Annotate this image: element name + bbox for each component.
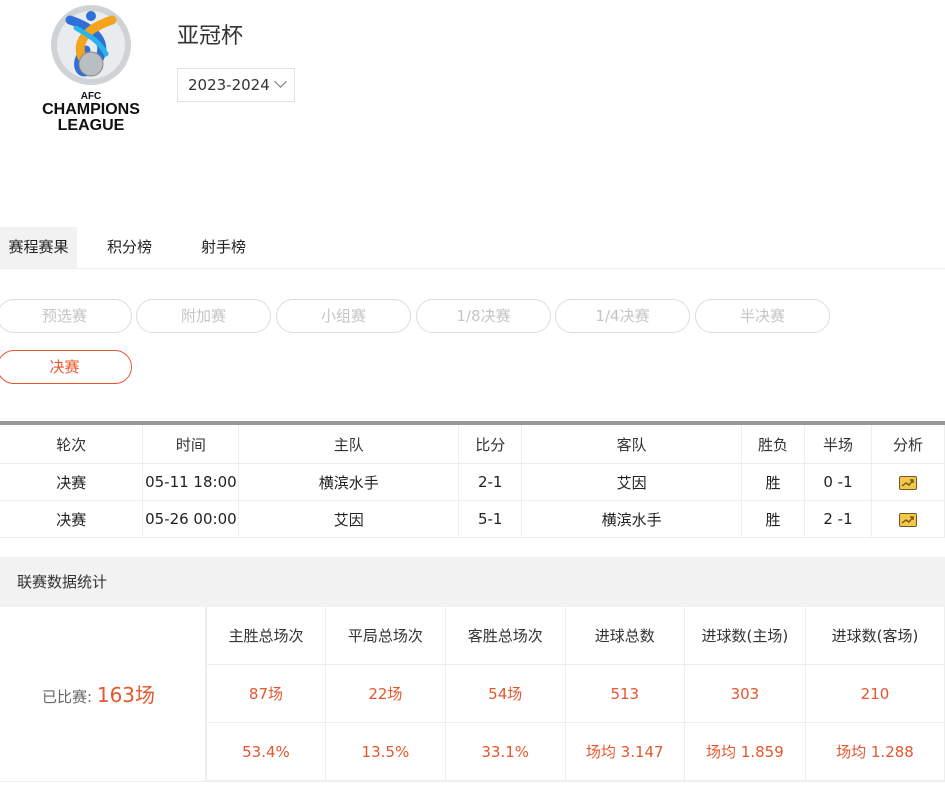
- stats-count-row: 87场 22场 54场 513 303 210: [206, 664, 945, 723]
- logo-line-3: LEAGUE: [58, 117, 125, 134]
- result-cell: 胜: [741, 500, 806, 538]
- fixtures-header-row: 轮次 时间 主队 比分 客队 胜负 半场 分析: [0, 423, 945, 464]
- stage-round16-button[interactable]: 1/8决赛: [416, 299, 551, 333]
- away-team-link[interactable]: 艾因: [521, 463, 743, 501]
- stat-home-goals: 303: [683, 664, 806, 723]
- home-team-link[interactable]: 横滨水手: [238, 463, 460, 501]
- chart-trend-icon[interactable]: [898, 512, 917, 527]
- round-cell: 决赛: [0, 500, 144, 538]
- league-title: 亚冠杯: [177, 24, 244, 49]
- col-header-round: 轮次: [0, 423, 144, 464]
- stats-section-title: 联赛数据统计: [0, 557, 945, 607]
- col-header-result: 胜负: [741, 423, 806, 464]
- logo-line-2: CHAMPIONS: [42, 101, 140, 118]
- col-header-analysis: 分析: [870, 423, 945, 464]
- home-team-link[interactable]: 艾因: [238, 500, 460, 538]
- score-cell: 5-1: [458, 500, 523, 538]
- stat-away-win-pct: 33.1%: [444, 722, 566, 781]
- stat-header-home-goals: 进球数(主场): [683, 607, 806, 665]
- tab-bar: 赛程赛果 积分榜 射手榜: [0, 227, 945, 269]
- stage-final-button[interactable]: 决赛: [0, 350, 132, 384]
- stage-semifinal-button[interactable]: 半决赛: [695, 299, 830, 333]
- time-cell: 05-26 00:00: [142, 500, 240, 538]
- chevron-down-icon: [274, 75, 287, 88]
- season-value: 2023-2024: [188, 76, 270, 94]
- played-summary: 已比赛: 163场: [42, 679, 155, 708]
- time-cell: 05-11 18:00: [142, 463, 240, 501]
- stat-avg-goals: 场均 3.147: [564, 722, 685, 781]
- score-cell: 2-1: [458, 463, 523, 501]
- analysis-cell: [870, 463, 945, 501]
- stat-away-wins: 54场: [444, 664, 566, 723]
- col-header-away: 客队: [521, 423, 743, 464]
- col-header-home: 主队: [238, 423, 460, 464]
- stat-header-total-goals: 进球总数: [564, 607, 685, 665]
- stage-playoff-button[interactable]: 附加赛: [136, 299, 271, 333]
- table-row: 决赛 05-26 00:00 艾因 5-1 横滨水手 胜 2 -1: [0, 500, 945, 538]
- col-header-halftime: 半场: [804, 423, 872, 464]
- stat-draws: 22场: [324, 664, 446, 723]
- stat-avg-away-goals: 场均 1.288: [804, 722, 945, 781]
- stat-home-wins: 87场: [206, 664, 326, 723]
- stats-ratio-row: 53.4% 13.5% 33.1% 场均 3.147 场均 1.859 场均 1…: [206, 722, 945, 781]
- tab-standings[interactable]: 积分榜: [107, 227, 152, 268]
- season-select[interactable]: 2023-2024: [177, 68, 295, 102]
- col-header-time: 时间: [142, 423, 240, 464]
- col-header-score: 比分: [458, 423, 523, 464]
- tab-schedule-results[interactable]: 赛程赛果: [0, 227, 77, 268]
- stat-header-away-wins: 客胜总场次: [444, 607, 566, 665]
- played-count: 163场: [96, 683, 156, 707]
- halftime-cell: 0 -1: [804, 463, 872, 501]
- stage-quarterfinal-button[interactable]: 1/4决赛: [555, 299, 690, 333]
- stat-avg-home-goals: 场均 1.859: [683, 722, 806, 781]
- stats-header-row: 主胜总场次 平局总场次 客胜总场次 进球总数 进球数(主场) 进球数(客场): [206, 607, 945, 665]
- stat-home-win-pct: 53.4%: [206, 722, 326, 781]
- stat-header-home-wins: 主胜总场次: [206, 607, 326, 665]
- stat-total-goals: 513: [564, 664, 685, 723]
- divider: [0, 781, 945, 782]
- round-cell: 决赛: [0, 463, 144, 501]
- stage-qualifying-button[interactable]: 预选赛: [0, 299, 132, 333]
- halftime-cell: 2 -1: [804, 500, 872, 538]
- played-label: 已比赛:: [42, 688, 93, 706]
- stats-table: 主胜总场次 平局总场次 客胜总场次 进球总数 进球数(主场) 进球数(客场) 8…: [206, 607, 945, 781]
- analysis-cell: [870, 500, 945, 538]
- stat-header-away-goals: 进球数(客场): [804, 607, 945, 665]
- chart-trend-icon[interactable]: [898, 475, 917, 490]
- afc-champions-league-logo: AFC CHAMPIONS LEAGUE: [30, 2, 152, 134]
- stat-away-goals: 210: [804, 664, 945, 723]
- table-row: 决赛 05-11 18:00 横滨水手 2-1 艾因 胜 0 -1: [0, 463, 945, 501]
- fixtures-table: 轮次 时间 主队 比分 客队 胜负 半场 分析 决赛 05-11 18:00 横…: [0, 421, 945, 538]
- away-team-link[interactable]: 横滨水手: [521, 500, 743, 538]
- stat-draw-pct: 13.5%: [324, 722, 446, 781]
- stats-played-panel: 已比赛: 163场: [0, 607, 206, 781]
- tab-top-scorers[interactable]: 射手榜: [201, 227, 246, 268]
- result-cell: 胜: [741, 463, 806, 501]
- stage-group-button[interactable]: 小组赛: [276, 299, 411, 333]
- stat-header-draws: 平局总场次: [324, 607, 446, 665]
